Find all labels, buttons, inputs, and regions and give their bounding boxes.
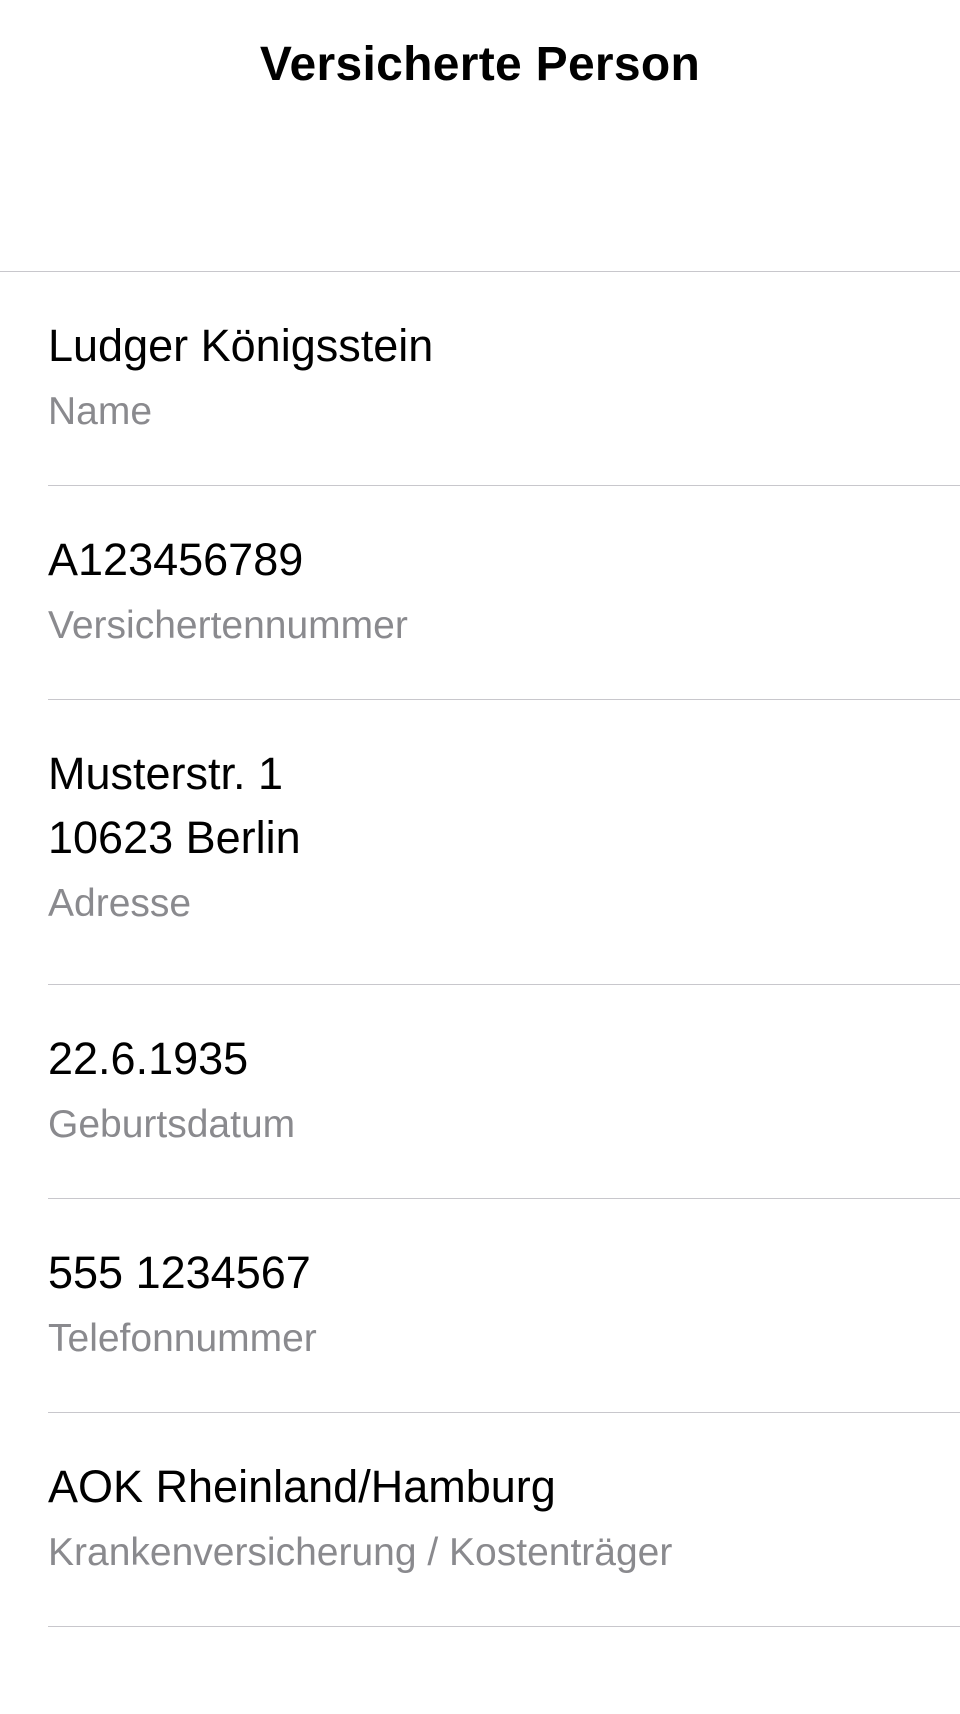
address-street-value: Musterstr. 1 [48,748,284,799]
page-title: Versicherte Person [259,38,701,91]
insured-person-details-list: Ludger Königsstein Name A123456789 Versi… [0,272,960,1714]
address-city-value: 10623 Berlin [48,812,301,863]
insurance-number-label: Versichertennummer [48,604,408,647]
phone-value: 555 1234567 [48,1247,311,1298]
phone-label: Telefonnummer [48,1317,317,1360]
navigation-bar: Versicherte Person [0,0,960,272]
insurance-number-value: A123456789 [48,534,304,585]
health-insurance-label: Krankenversicherung / Kostenträger [48,1531,673,1574]
list-item-partially-visible[interactable] [48,1627,960,1714]
list-item-phone[interactable]: 555 1234567 Telefonnummer [48,1199,960,1413]
list-item-health-insurance[interactable]: AOK Rheinland/Hamburg Krankenversicherun… [48,1413,960,1627]
name-label: Name [48,390,153,433]
name-value: Ludger Königsstein [48,320,434,371]
list-item-insurance-number[interactable]: A123456789 Versichertennummer [48,486,960,700]
birthdate-value: 22.6.1935 [48,1033,249,1084]
health-insurance-value: AOK Rheinland/Hamburg [48,1461,556,1512]
list-item-birthdate[interactable]: 22.6.1935 Geburtsdatum [48,985,960,1199]
list-item-address[interactable]: Musterstr. 1 10623 Berlin Adresse [48,700,960,985]
address-label: Adresse [48,882,192,925]
birthdate-label: Geburtsdatum [48,1103,296,1146]
list-item-name[interactable]: Ludger Königsstein Name [48,272,960,486]
